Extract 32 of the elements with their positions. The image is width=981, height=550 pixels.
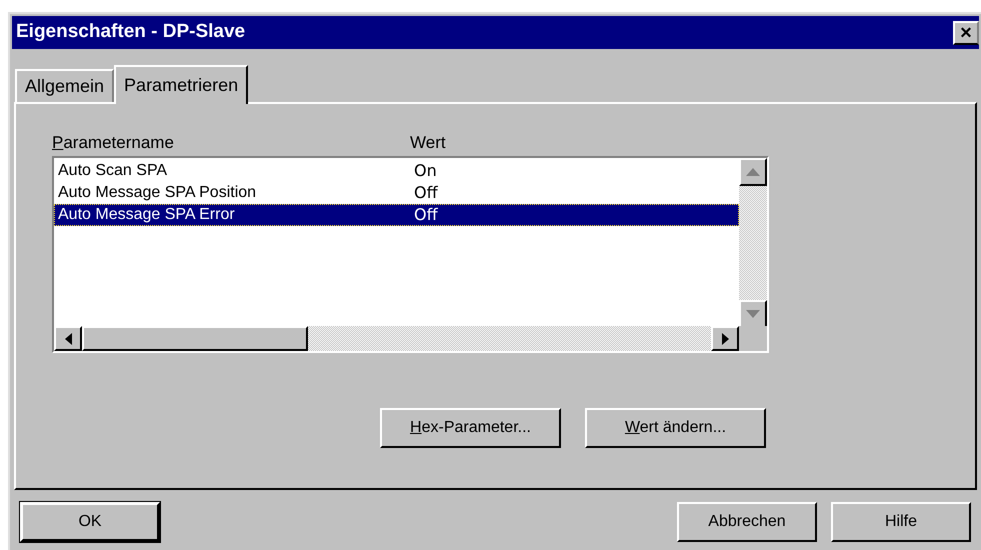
- right-arrow-icon: [722, 332, 728, 344]
- scroll-up-button[interactable]: [739, 158, 767, 186]
- horizontal-scrollbar[interactable]: [54, 326, 739, 351]
- up-arrow-icon: [746, 168, 760, 176]
- tab[interactable]: Allgemein: [15, 69, 114, 102]
- scrollbar-corner: [739, 326, 767, 351]
- dialog-button[interactable]: Wert ändern...: [585, 408, 766, 448]
- dialog-button[interactable]: Hex-Parameter...: [380, 408, 561, 448]
- column-header: Parametername: [52, 132, 175, 154]
- dialog-button[interactable]: Abbrechen: [677, 502, 817, 542]
- vertical-scrollbar[interactable]: [739, 158, 767, 328]
- list-row[interactable]: Auto Scan SPA On: [54, 160, 739, 182]
- down-arrow-icon: [746, 310, 760, 318]
- window-title: Eigenschaften - DP-Slave: [16, 20, 246, 44]
- list-row[interactable]: Auto Message SPA Error Off: [54, 204, 739, 226]
- close-button[interactable]: ×: [953, 20, 979, 44]
- list-row[interactable]: Auto Message SPA Position Off: [54, 182, 739, 204]
- left-arrow-icon: [64, 332, 72, 344]
- scroll-right-button[interactable]: [711, 326, 739, 351]
- parameter-name: Auto Message SPA Position: [57, 183, 258, 203]
- dialog-button[interactable]: Hilfe: [831, 502, 971, 542]
- scroll-down-button[interactable]: [739, 300, 767, 328]
- column-header: Wert: [410, 132, 446, 154]
- tab[interactable]: Parametrieren: [114, 65, 248, 104]
- parameter-name: Auto Scan SPA: [57, 161, 168, 181]
- parameter-value: Off: [414, 182, 438, 204]
- scroll-thumb[interactable]: [82, 326, 308, 351]
- parameter-name: Auto Message SPA Error: [57, 205, 236, 225]
- parameter-value: On: [414, 160, 437, 182]
- ok-button[interactable]: OK: [20, 502, 160, 542]
- parameter-value: Off: [414, 204, 438, 226]
- scroll-left-button[interactable]: [54, 326, 82, 351]
